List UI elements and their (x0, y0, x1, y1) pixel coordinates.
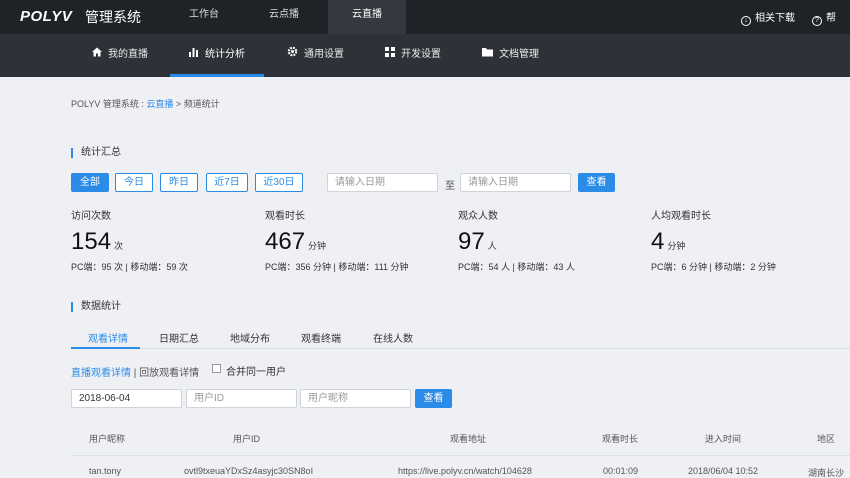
top-navbar: POLYV 管理系统 工作台 云点播 云直播 ↓ 相关下载 ? 帮 (0, 0, 850, 34)
bar-chart-icon (189, 34, 199, 76)
stat-detail: PC端：54 人 | 移动端：43 人 (458, 262, 575, 272)
sub-tab-label: 通用设置 (304, 49, 344, 60)
sub-tab-general-settings[interactable]: 通用设置 (287, 34, 344, 77)
cell-watch-url[interactable]: https://live.polyv.cn/watch/104628 (398, 466, 532, 476)
col-header-enter-time: 进入时间 (705, 434, 742, 444)
cell-watch-duration: 00:01:09 (603, 466, 639, 476)
col-header-user-id: 用户ID (233, 434, 261, 444)
stat-value: 4 (651, 228, 665, 255)
stat-unit: 分钟 (667, 241, 686, 251)
help-icon: ? (812, 16, 822, 26)
col-header-watch-duration: 观看时长 (602, 434, 639, 444)
data-stats-title: 数据统计 (71, 302, 121, 312)
merge-user-label: 合并同一用户 (226, 367, 286, 378)
tab-watch-details[interactable]: 观看详情 (88, 330, 128, 345)
stat-value: 154 (71, 228, 112, 255)
stat-detail: PC端：356 分钟 | 移动端：111 分钟 (265, 262, 409, 272)
sub-tab-label: 文档管理 (499, 49, 539, 60)
gear-icon (287, 34, 298, 76)
sub-tab-docs[interactable]: 文档管理 (482, 34, 539, 77)
range-yesterday-button[interactable]: 昨日 (160, 173, 198, 192)
sub-tab-statistics[interactable]: 统计分析 (170, 34, 264, 77)
merge-user-checkbox[interactable] (212, 364, 221, 373)
app-title: 管理系统 (85, 9, 141, 25)
download-link[interactable]: ↓ 相关下载 (741, 9, 795, 26)
col-header-nickname: 用户昵称 (89, 434, 126, 444)
top-tab-live[interactable]: 云直播 (328, 0, 406, 34)
help-link[interactable]: ? 帮 (812, 9, 836, 26)
breadcrumb: POLYV 管理系统 : 云直播 > 频道统计 (71, 97, 220, 110)
download-icon: ↓ (741, 16, 751, 26)
start-date-input[interactable]: 请输入日期 (327, 173, 438, 192)
range-all-button[interactable]: 全部 (71, 173, 109, 192)
help-label: 帮 (826, 13, 836, 24)
live-watch-details-link[interactable]: 直播观看详情 (71, 368, 131, 379)
stat-unit: 分钟 (308, 241, 327, 251)
cell-region: 湖南长沙 (808, 468, 845, 478)
replay-watch-details-link[interactable]: 回放观看详情 (139, 368, 199, 379)
breadcrumb-separator: > (175, 99, 182, 109)
sub-tab-label: 我的直播 (108, 49, 148, 60)
stat-viewers: 观众人数 97 人 PC端：54 人 | 移动端：43 人 (458, 207, 648, 273)
summary-search-button[interactable]: 查看 (578, 173, 615, 192)
folder-icon (482, 34, 493, 76)
data-search-button[interactable]: 查看 (415, 389, 452, 408)
date-range-to: 至 (445, 181, 455, 192)
sub-tab-dev-settings[interactable]: 开发设置 (385, 34, 441, 77)
stat-visits: 访问次数 154 次 PC端：95 次 | 移动端：59 次 (71, 207, 261, 273)
stat-detail: PC端：95 次 | 移动端：59 次 (71, 262, 188, 272)
cell-nickname: tan.tony (89, 466, 122, 476)
stat-unit: 人 (487, 241, 497, 251)
tab-date-summary[interactable]: 日期汇总 (159, 330, 199, 345)
table-header-divider (71, 455, 850, 456)
stat-label: 访问次数 (71, 211, 111, 222)
cell-user-id: ovtl9txeuaYDxSz4asyjc30SN8oI (184, 466, 314, 476)
tabs-divider (71, 348, 850, 349)
breadcrumb-current: 频道统计 (183, 99, 220, 109)
sub-tab-my-live[interactable]: 我的直播 (92, 34, 148, 77)
top-tab-vod[interactable]: 云点播 (245, 0, 323, 34)
user-id-input[interactable]: 用户ID (186, 389, 297, 408)
stat-value: 467 (265, 228, 306, 255)
range-30days-button[interactable]: 近30日 (255, 173, 303, 192)
stat-label: 人均观看时长 (651, 211, 711, 222)
stat-label: 观看时长 (265, 211, 305, 222)
breadcrumb-root: POLYV 管理系统 : (71, 99, 144, 109)
tab-region[interactable]: 地域分布 (230, 330, 270, 345)
range-7days-button[interactable]: 近7日 (206, 173, 248, 192)
active-tab-underline (71, 347, 140, 349)
sub-tab-label: 统计分析 (205, 49, 245, 60)
stat-unit: 次 (114, 241, 124, 251)
end-date-input[interactable]: 请输入日期 (460, 173, 571, 192)
range-today-button[interactable]: 今日 (115, 173, 153, 192)
polyv-logo[interactable]: POLYV (20, 8, 72, 25)
user-nickname-input[interactable]: 用户昵称 (300, 389, 411, 408)
watch-type-links: 直播观看详情 | 回放观看详情 (71, 364, 199, 379)
stat-watch-time: 观看时长 467 分钟 PC端：356 分钟 | 移动端：111 分钟 (265, 207, 455, 273)
top-tab-workbench[interactable]: 工作台 (165, 0, 243, 34)
summary-title: 统计汇总 (71, 148, 121, 158)
sub-navbar: 我的直播 统计分析 通用设置 开发设置 文档管理 (0, 34, 850, 77)
link-divider: | (133, 368, 137, 379)
tab-device[interactable]: 观看终端 (301, 330, 341, 345)
tab-online-count[interactable]: 在线人数 (373, 330, 413, 345)
grid-icon (385, 34, 395, 76)
date-filter-input[interactable]: 2018-06-04 (71, 389, 182, 408)
col-header-watch-url: 观看地址 (450, 434, 487, 444)
stat-detail: PC端：6 分钟 | 移动端：2 分钟 (651, 262, 776, 272)
stat-label: 观众人数 (458, 211, 498, 222)
sub-tab-label: 开发设置 (401, 49, 441, 60)
stat-value: 97 (458, 228, 485, 255)
stat-avg-watch-time: 人均观看时长 4 分钟 PC端：6 分钟 | 移动端：2 分钟 (651, 207, 841, 273)
col-header-region: 地区 (817, 434, 836, 444)
home-icon (92, 34, 102, 76)
breadcrumb-link-live[interactable]: 云直播 (146, 99, 173, 109)
download-label: 相关下载 (755, 13, 795, 24)
cell-enter-time: 2018/06/04 10:52 (688, 466, 759, 476)
